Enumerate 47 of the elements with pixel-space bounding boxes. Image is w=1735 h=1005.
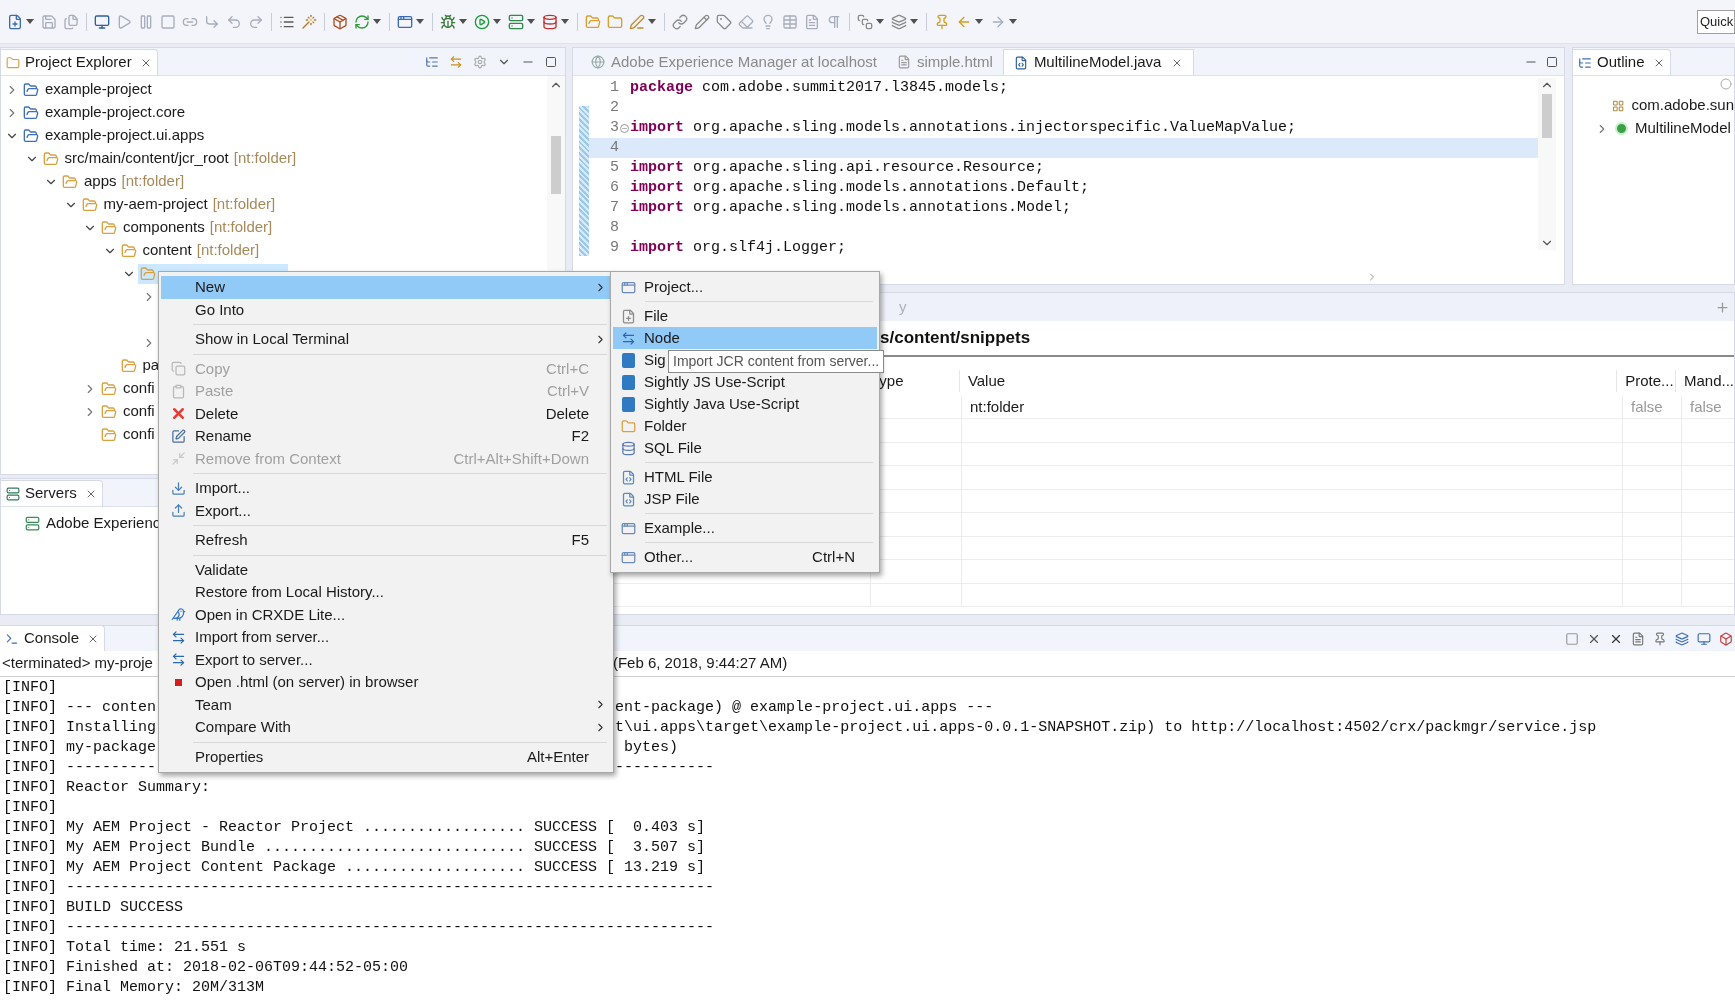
console-text: [INFO] My AEM Project - Reactor Project .................. SUCCESS [ 0.403 s] [3,819,706,836]
tooltip: Import JCR content from server... [668,350,885,373]
console-text: bytes) [623,738,679,758]
console-text: [INFO] my-package [3,739,157,756]
line-number: 1 [609,77,619,98]
node-type-label: [nt:folder] [233,148,297,169]
console-text: [INFO] --- conten [3,699,157,716]
console-text: [INFO] ------------------------------------------------------------------------ [3,919,715,936]
code-line: import org.apache.sling.models.annotations.Default; [630,177,1090,198]
process-label: <terminated> my-proje [2,653,153,674]
line-number: 8 [609,217,619,238]
console-text: [INFO] BUILD SUCCESS [3,899,184,916]
console-text: [INFO] [3,799,57,816]
node-path-title: s/content/snippets [880,327,1031,350]
console-text: [INFO] My AEM Project Bundle ............................. SUCCESS [ 3.507 s] [3,839,706,856]
line-number: 7 [609,197,619,218]
console-text: [INFO] My AEM Project Content Package .................... SUCCESS [ 13.219 s] [3,859,706,876]
console-text: [INFO] Installing [3,719,157,736]
node-type-label: [nt:folder] [121,171,185,192]
console-text: [INFO] Final Memory: 20M/313M [3,979,265,996]
line-number: 9 [609,237,619,258]
console-text: t\ui.apps\target\example-project.ui.apps-0.0.1-SNAPSHOT.zip) to http://localhost:4502/crx/packmgr/service.jsp [615,718,1597,738]
node-type-label: [nt:folder] [212,194,276,215]
table-cell-text: false [1631,396,1663,417]
process-start-time: (Feb 6, 2018, 9:44:27 AM) [612,653,788,674]
console-text: [INFO] Reactor Summary: [3,779,211,796]
console-text: [INFO] ---------- [3,759,157,776]
line-number: 3 [609,117,619,138]
console-text: ent-package) @ example-project.ui.apps --- [615,698,994,718]
console-text: [INFO] Total time: 21.551 s [3,939,247,956]
table-cell-text: nt:folder [970,396,1025,417]
console-text: [INFO] ------------------------------------------------------------------------ [3,879,715,896]
code-line: import org.slf4j.Logger; [630,237,847,258]
line-number: 6 [609,177,619,198]
line-number: 4 [609,137,619,158]
line-number: 2 [609,97,619,118]
table-cell-text: false [1690,396,1722,417]
code-line: import org.apache.sling.models.annotations.injectorspecific.ValueMapValue; [630,117,1297,138]
console-text: ----------- [615,758,715,778]
console-text: [INFO] [3,679,57,696]
node-type-label: [nt:folder] [196,240,260,261]
node-type-label: [nt:folder] [209,217,273,238]
code-line: import org.apache.sling.models.annotations.Model; [630,197,1072,218]
console-text: [INFO] Finished at: 2018-02-06T09:44:52-05:00 [3,959,409,976]
code-line: package com.adobe.summit2017.l3845.models; [630,77,1009,98]
code-line: import org.apache.sling.api.resource.Resource; [630,157,1045,178]
line-number: 5 [609,157,619,178]
